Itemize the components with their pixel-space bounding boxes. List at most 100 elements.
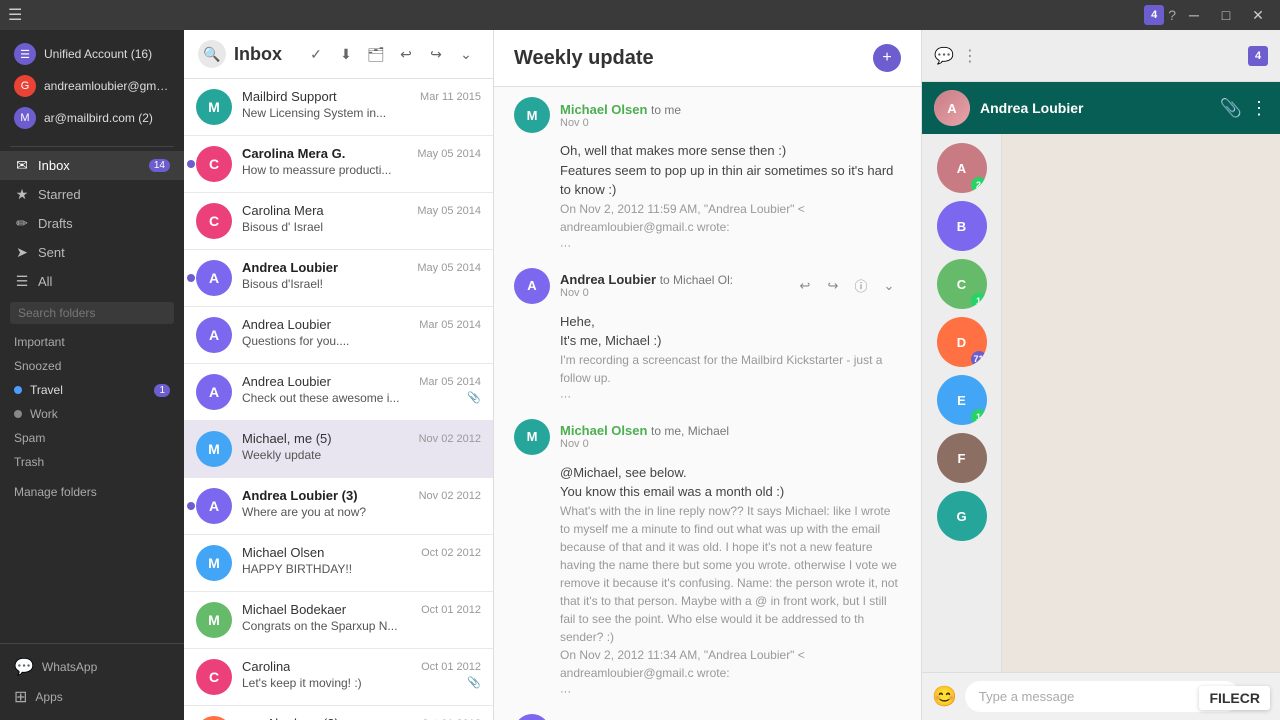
archive-icon[interactable]: 🗂 — [363, 41, 389, 67]
email-content: Andrea Loubier (3) Nov 02 2012 Where are… — [242, 488, 481, 519]
msg-body: Hehe,It's me, Michael :)I'm recording a … — [514, 312, 901, 387]
msg-date: Nov 0 — [560, 438, 901, 450]
email-item[interactable]: M Mailbird Support Mar 11 2015 New Licen… — [184, 79, 493, 136]
forward-action[interactable]: ↪ — [821, 274, 845, 298]
email-item[interactable]: A Andrea Loubier (3) Nov 02 2012 Where a… — [184, 478, 493, 535]
wp-emoji-icon[interactable]: 😊 — [932, 684, 957, 709]
wp-contact-item[interactable]: G — [937, 491, 987, 541]
email-item[interactable]: C Carolina Mera May 05 2014 Bisous d' Is… — [184, 193, 493, 250]
msg-date: Nov 0 — [560, 117, 901, 129]
wp-message-list — [1002, 134, 1280, 672]
email-content: Andrea Loubier May 05 2014 Bisous d'Isra… — [242, 260, 481, 291]
info-action[interactable]: ⓘ — [849, 274, 873, 298]
email-header: Andrea Loubier Mar 05 2014 — [242, 374, 481, 389]
wp-avatar-img: A — [934, 90, 970, 126]
hamburger-icon[interactable]: ☰ — [8, 5, 22, 25]
wp-dots-icon[interactable]: ⋮ — [962, 46, 978, 66]
wp-paperclip-icon[interactable]: 📎 — [1220, 98, 1242, 119]
wp-contact-badge: 2 — [971, 177, 987, 193]
spam-label: Spam — [14, 431, 45, 445]
wp-contact-badge: 1 — [971, 293, 987, 309]
check-circle-icon[interactable]: ✓ — [303, 41, 329, 67]
search-folders-input[interactable] — [10, 302, 174, 324]
folder-spam[interactable]: Spam — [0, 426, 184, 450]
email-message: A Andrea Loubier to Michael Olsen Nov 0 — [514, 714, 901, 720]
reply-action[interactable]: ↩ — [793, 274, 817, 298]
folder-travel[interactable]: Travel 1 — [0, 378, 184, 402]
msg-expand[interactable]: ··· — [514, 240, 901, 252]
email-date: May 05 2014 — [417, 148, 481, 160]
wp-main: A2 B C1 D71 E1 FG — [922, 134, 1280, 672]
wp-contact-item[interactable]: B — [937, 201, 987, 251]
email-header: Carolina Mera May 05 2014 — [242, 203, 481, 218]
maximize-button[interactable]: □ — [1212, 4, 1240, 26]
unread-dot — [187, 274, 195, 282]
sidebar-item-sent[interactable]: ➤ Sent — [0, 238, 184, 267]
forward-icon[interactable]: ↪ — [423, 41, 449, 67]
email-item[interactable]: C Carolina Mera G. May 05 2014 How to me… — [184, 136, 493, 193]
wp-contact-item[interactable]: D71 — [937, 317, 987, 367]
email-item[interactable]: A Andrea Loubier Mar 05 2014 Check out t… — [184, 364, 493, 421]
reply-icon[interactable]: ↩ — [393, 41, 419, 67]
email-header: Mailbird Support Mar 11 2015 — [242, 89, 481, 104]
email-item[interactable]: C Carolina Oct 01 2012 Let's keep it mov… — [184, 649, 493, 706]
email-item[interactable]: M Michael Bodekaer Oct 01 2012 Congrats … — [184, 592, 493, 649]
apps-item[interactable]: ⊞ Apps — [10, 682, 174, 712]
wp-contact-item[interactable]: F — [937, 433, 987, 483]
gmail-account-item[interactable]: G andreamloubier@gmail.com... — [10, 70, 174, 102]
email-subject: Bisous d'Israel! — [242, 277, 481, 291]
msg-expand[interactable]: ··· — [514, 686, 901, 698]
compose-button[interactable]: + — [873, 44, 901, 72]
email-subject-title: Weekly update — [514, 47, 863, 70]
wp-chat-icon[interactable]: 💬 — [934, 46, 954, 66]
sidebar-item-all[interactable]: ☰ All — [0, 267, 184, 296]
folder-important[interactable]: Important — [0, 330, 184, 354]
sidebar-item-starred[interactable]: ★ Starred — [0, 180, 184, 209]
more-action[interactable]: ⌄ — [877, 274, 901, 298]
wp-contact-item[interactable]: E1 — [937, 375, 987, 425]
search-button[interactable]: 🔍 — [198, 40, 226, 68]
more-icon[interactable]: ⌄ — [453, 41, 479, 67]
wp-more-icon[interactable]: ⋮ — [1250, 98, 1268, 119]
close-button[interactable]: ✕ — [1244, 4, 1272, 26]
drafts-label: Drafts — [38, 216, 73, 231]
sidebar-item-drafts[interactable]: ✏ Drafts — [0, 209, 184, 238]
email-sender: Andrea Loubier (3) — [242, 488, 358, 503]
work-label: Work — [30, 407, 58, 421]
email-item[interactable]: M Michael, me (5) Nov 02 2012 Weekly upd… — [184, 421, 493, 478]
msg-avatar: M — [514, 419, 550, 455]
help-button[interactable]: ? — [1168, 7, 1176, 23]
msg-header: M Michael Olsen to me Nov 0 — [514, 97, 901, 133]
email-item[interactable]: A Andrea Loubier Mar 05 2014 Questions f… — [184, 307, 493, 364]
filecr-watermark: FILECR — [1199, 686, 1270, 710]
email-message: M Michael Olsen to me, Michael Nov 0 @Mi… — [514, 419, 901, 698]
folder-work[interactable]: Work — [0, 402, 184, 426]
wp-contact-item[interactable]: A2 — [937, 143, 987, 193]
email-item[interactable]: M Michael Olsen Oct 02 2012 HAPPY BIRTHD… — [184, 535, 493, 592]
email-subject: Congrats on the Sparxup N... — [242, 619, 481, 633]
sidebar-item-inbox[interactable]: ✉ Inbox 14 — [0, 151, 184, 180]
whatsapp-item[interactable]: 💬 WhatsApp — [10, 652, 174, 682]
inbox-label: Inbox — [38, 158, 70, 173]
email-avatar: A — [196, 374, 232, 410]
unread-dot — [187, 160, 195, 168]
email-header: Michael Olsen Oct 02 2012 — [242, 545, 481, 560]
email-sender: Michael Bodekaer — [242, 602, 346, 617]
email-content: Carolina Mera May 05 2014 Bisous d' Isra… — [242, 203, 481, 234]
msg-expand[interactable]: ··· — [514, 391, 901, 403]
wp-message-input[interactable] — [965, 681, 1240, 712]
email-item[interactable]: A Andrea Loubier May 05 2014 Bisous d'Is… — [184, 250, 493, 307]
minimize-button[interactable]: ─ — [1180, 4, 1208, 26]
unified-account-item[interactable]: ☰ Unified Account (16) — [10, 38, 174, 70]
wp-contact-badge: 1 — [971, 409, 987, 425]
wp-contact-item[interactable]: C1 — [937, 259, 987, 309]
folder-trash[interactable]: Trash — [0, 450, 184, 474]
folder-snoozed[interactable]: Snoozed — [0, 354, 184, 378]
download-icon[interactable]: ⬇ — [333, 41, 359, 67]
email-item[interactable]: ⭐ me, Abraham (2) Oct 01 2012 — [184, 706, 493, 720]
mailbird-account-item[interactable]: M ar@mailbird.com (2) — [10, 102, 174, 134]
email-sender: Carolina Mera — [242, 203, 324, 218]
sidebar: ☰ Unified Account (16) G andreamloubier@… — [0, 30, 184, 720]
email-content: Michael Bodekaer Oct 01 2012 Congrats on… — [242, 602, 481, 633]
manage-folders[interactable]: Manage folders — [0, 480, 184, 504]
